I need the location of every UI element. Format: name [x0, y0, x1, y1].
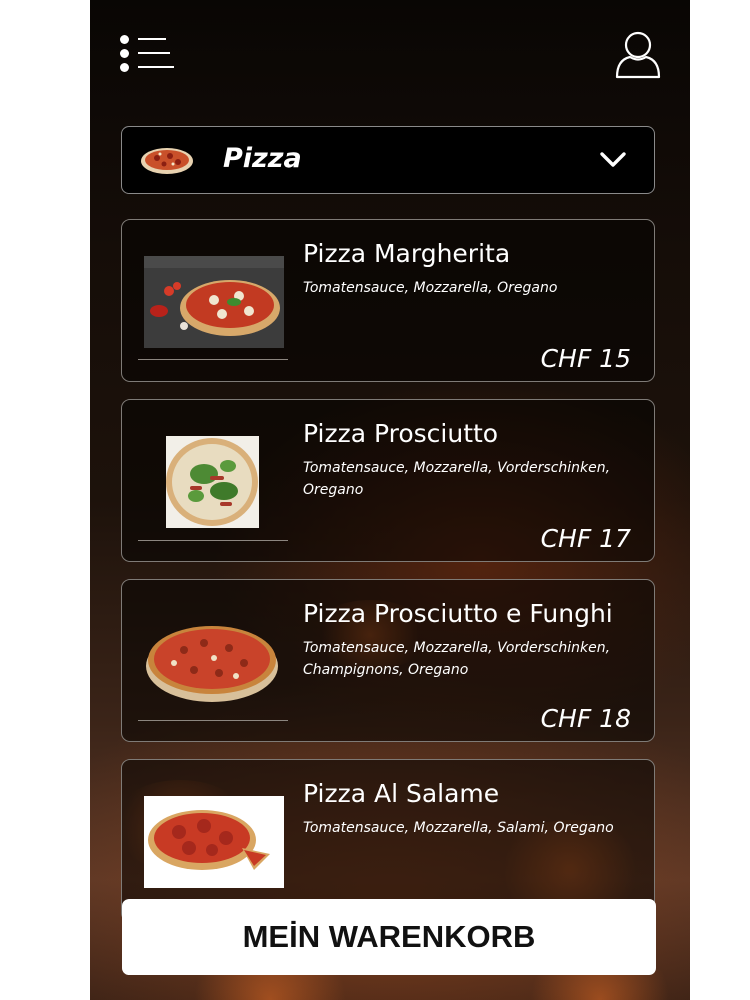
user-icon[interactable] — [614, 30, 662, 80]
product-card-margherita[interactable]: Pizza Margherita Tomatensauce, Mozzarell… — [121, 219, 655, 382]
product-card-salame[interactable]: Pizza Al Salame Tomatensauce, Mozzarella… — [121, 759, 655, 922]
pizza-margherita-image — [144, 256, 284, 348]
app-screen: Pizza Pizza Margherita Tomatensauce, Moz… — [90, 0, 690, 1000]
product-card-prosciutto-funghi[interactable]: Pizza Prosciutto e Funghi Tomatensauce, … — [121, 579, 655, 742]
pizza-thumbnail-icon — [141, 148, 193, 174]
pizza-prosciutto-funghi-image — [146, 626, 278, 702]
category-label: Pizza — [223, 143, 302, 174]
chevron-down-icon[interactable] — [599, 150, 627, 170]
product-name: Pizza Prosciutto — [303, 419, 499, 448]
card-divider — [138, 359, 288, 360]
menu-icon[interactable] — [120, 33, 176, 73]
product-name: Pizza Prosciutto e Funghi — [303, 599, 613, 628]
pizza-salame-image — [144, 796, 284, 888]
product-name: Pizza Margherita — [303, 239, 511, 268]
product-description: Tomatensauce, Mozzarella, Salami, Oregan… — [303, 820, 614, 836]
cart-button[interactable]: MEİN WARENKORB — [122, 899, 656, 975]
product-card-prosciutto[interactable]: Pizza Prosciutto Tomatensauce, Mozzarell… — [121, 399, 655, 562]
product-name: Pizza Al Salame — [303, 779, 500, 808]
product-price: CHF 17 — [540, 524, 631, 553]
card-divider — [138, 540, 288, 541]
category-select[interactable]: Pizza — [121, 126, 655, 194]
product-description: Tomatensauce, Mozzarella, Oregano — [303, 280, 558, 296]
product-price: CHF 15 — [540, 344, 631, 373]
product-description: Tomatensauce, Mozzarella, Vorderschinken… — [303, 640, 611, 678]
product-price: CHF 18 — [540, 704, 631, 733]
pizza-prosciutto-image — [166, 436, 259, 528]
card-divider — [138, 720, 288, 721]
product-description: Tomatensauce, Mozzarella, Vorderschinken… — [303, 460, 611, 498]
